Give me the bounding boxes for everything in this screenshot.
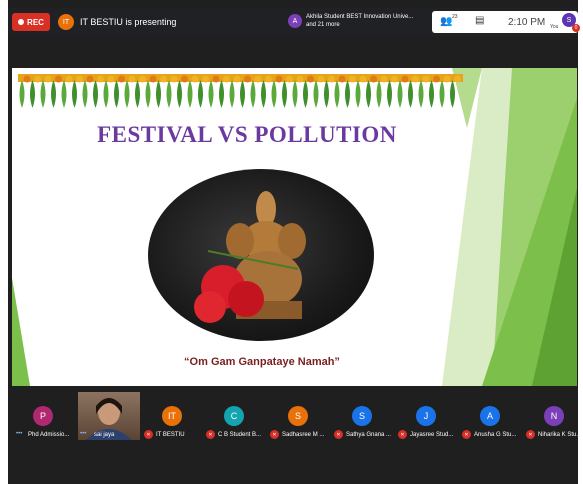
- left-border: [0, 0, 8, 484]
- participant-tile[interactable]: A ✕ Anusha G Stu...: [460, 392, 524, 442]
- participant-name: C B Student B...: [218, 432, 262, 438]
- chat-icon[interactable]: ▤: [475, 15, 484, 26]
- recording-badge: REC: [12, 13, 50, 31]
- top-bar: REC IT IT BESTIU is presenting A Akhila …: [8, 8, 580, 36]
- more-options-icon[interactable]: •••: [16, 431, 22, 437]
- participant-tile[interactable]: IT ✕ IT BESTIU: [140, 392, 204, 442]
- participant-avatar: P: [33, 406, 53, 426]
- participant-name: sai jaya: [94, 432, 115, 438]
- participant-strip: P ••• Phd Admissio... ••• sai jaya IT ✕ …: [8, 392, 582, 442]
- participant-name: Niharika K Stu...: [538, 432, 582, 438]
- participant-tile[interactable]: J ✕ Jayasree Stud...: [396, 392, 460, 442]
- participants-line2: and 21 more: [306, 22, 340, 28]
- participant-name: Sathya Gnana ...: [346, 432, 392, 438]
- record-dot-icon: [18, 19, 25, 25]
- participant-avatar: IT: [162, 406, 182, 426]
- mic-off-icon: ✕: [270, 430, 279, 439]
- notification-badge: 0: [572, 24, 580, 32]
- you-label: You: [550, 24, 559, 30]
- participant-avatar: A: [480, 406, 500, 426]
- participants-line1: Akhila Student BEST Innovation Unive...: [306, 14, 414, 20]
- participant-avatar: C: [224, 406, 244, 426]
- presenter-avatar: IT: [58, 14, 74, 30]
- mic-off-icon: ✕: [206, 430, 215, 439]
- presenting-status: IT BESTIU is presenting: [80, 17, 177, 27]
- mic-off-icon: ✕: [144, 430, 153, 439]
- participant-name: Jayasree Stud...: [410, 432, 454, 438]
- participant-avatar[interactable]: A: [288, 14, 302, 28]
- participant-tile[interactable]: S ✕ Sathya Gnana ...: [332, 392, 396, 442]
- participant-avatar: N: [544, 406, 564, 426]
- clock-time: 2:10 PM: [508, 17, 546, 28]
- participant-name: Sadhasree M ...: [282, 432, 325, 438]
- recording-label: REC: [27, 17, 44, 27]
- people-count: 23: [452, 14, 458, 20]
- marigold-garland: [18, 74, 463, 108]
- mic-off-icon: ✕: [462, 430, 471, 439]
- participant-name: IT BESTIU: [156, 432, 185, 438]
- toolbar-pill: 👥 23 ▤ 2:10 PM You S 0: [432, 11, 580, 33]
- participant-avatar: J: [416, 406, 436, 426]
- participant-avatar: S: [352, 406, 372, 426]
- people-icon[interactable]: 👥: [440, 16, 452, 27]
- participant-name: Anusha G Stu...: [474, 432, 517, 438]
- participant-tile[interactable]: S ✕ Sadhasree M ...: [268, 392, 332, 442]
- participants-summary[interactable]: Akhila Student BEST Innovation Unive... …: [306, 13, 436, 29]
- participant-tile[interactable]: P ••• Phd Admissio...: [8, 392, 78, 442]
- participant-avatar: S: [288, 406, 308, 426]
- participant-name: Phd Admissio...: [28, 432, 70, 438]
- slide-caption: “Om Gam Ganpataye Namah”: [184, 356, 340, 368]
- more-options-icon[interactable]: •••: [80, 431, 86, 437]
- ganesha-illustration: [194, 191, 306, 323]
- participant-tile[interactable]: C ✕ C B Student B...: [204, 392, 268, 442]
- participant-tile[interactable]: N ✕ Niharika K Stu...: [524, 392, 582, 442]
- presentation-slide: FESTIVAL VS POLLUTION “Om Gam Ganpataye …: [12, 68, 577, 386]
- ganesha-image: [148, 169, 374, 341]
- slide-title: FESTIVAL VS POLLUTION: [97, 122, 397, 147]
- mic-off-icon: ✕: [334, 430, 343, 439]
- mic-off-icon: ✕: [398, 430, 407, 439]
- right-border: [578, 0, 583, 484]
- mic-off-icon: ✕: [526, 430, 535, 439]
- participant-tile[interactable]: ••• sai jaya: [78, 392, 140, 442]
